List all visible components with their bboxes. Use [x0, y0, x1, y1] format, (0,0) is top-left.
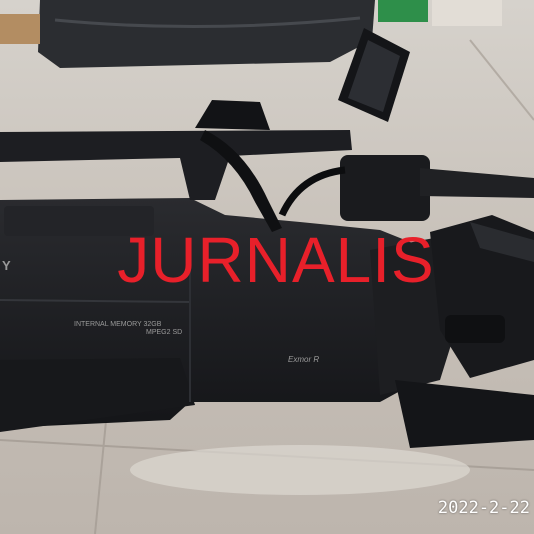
watermark-title: JURNALIS [117, 224, 435, 296]
zoom-rocker [445, 315, 505, 343]
mic-holder [340, 155, 430, 221]
wrapped-package [38, 0, 375, 68]
photo-scene: Y INTERNAL MEMORY 32GB MPEG2 SD Exmor R … [0, 0, 534, 534]
cardboard [0, 14, 40, 44]
codec-label: MPEG2 SD [146, 329, 182, 336]
memory-label: INTERNAL MEMORY 32GB [74, 321, 162, 328]
photo-datestamp: 2022-2-22 [437, 498, 530, 518]
box-corner [432, 0, 502, 26]
sensor-badge: Exmor R [288, 355, 319, 364]
floor-reflection [130, 445, 470, 495]
green-hose [378, 0, 428, 22]
